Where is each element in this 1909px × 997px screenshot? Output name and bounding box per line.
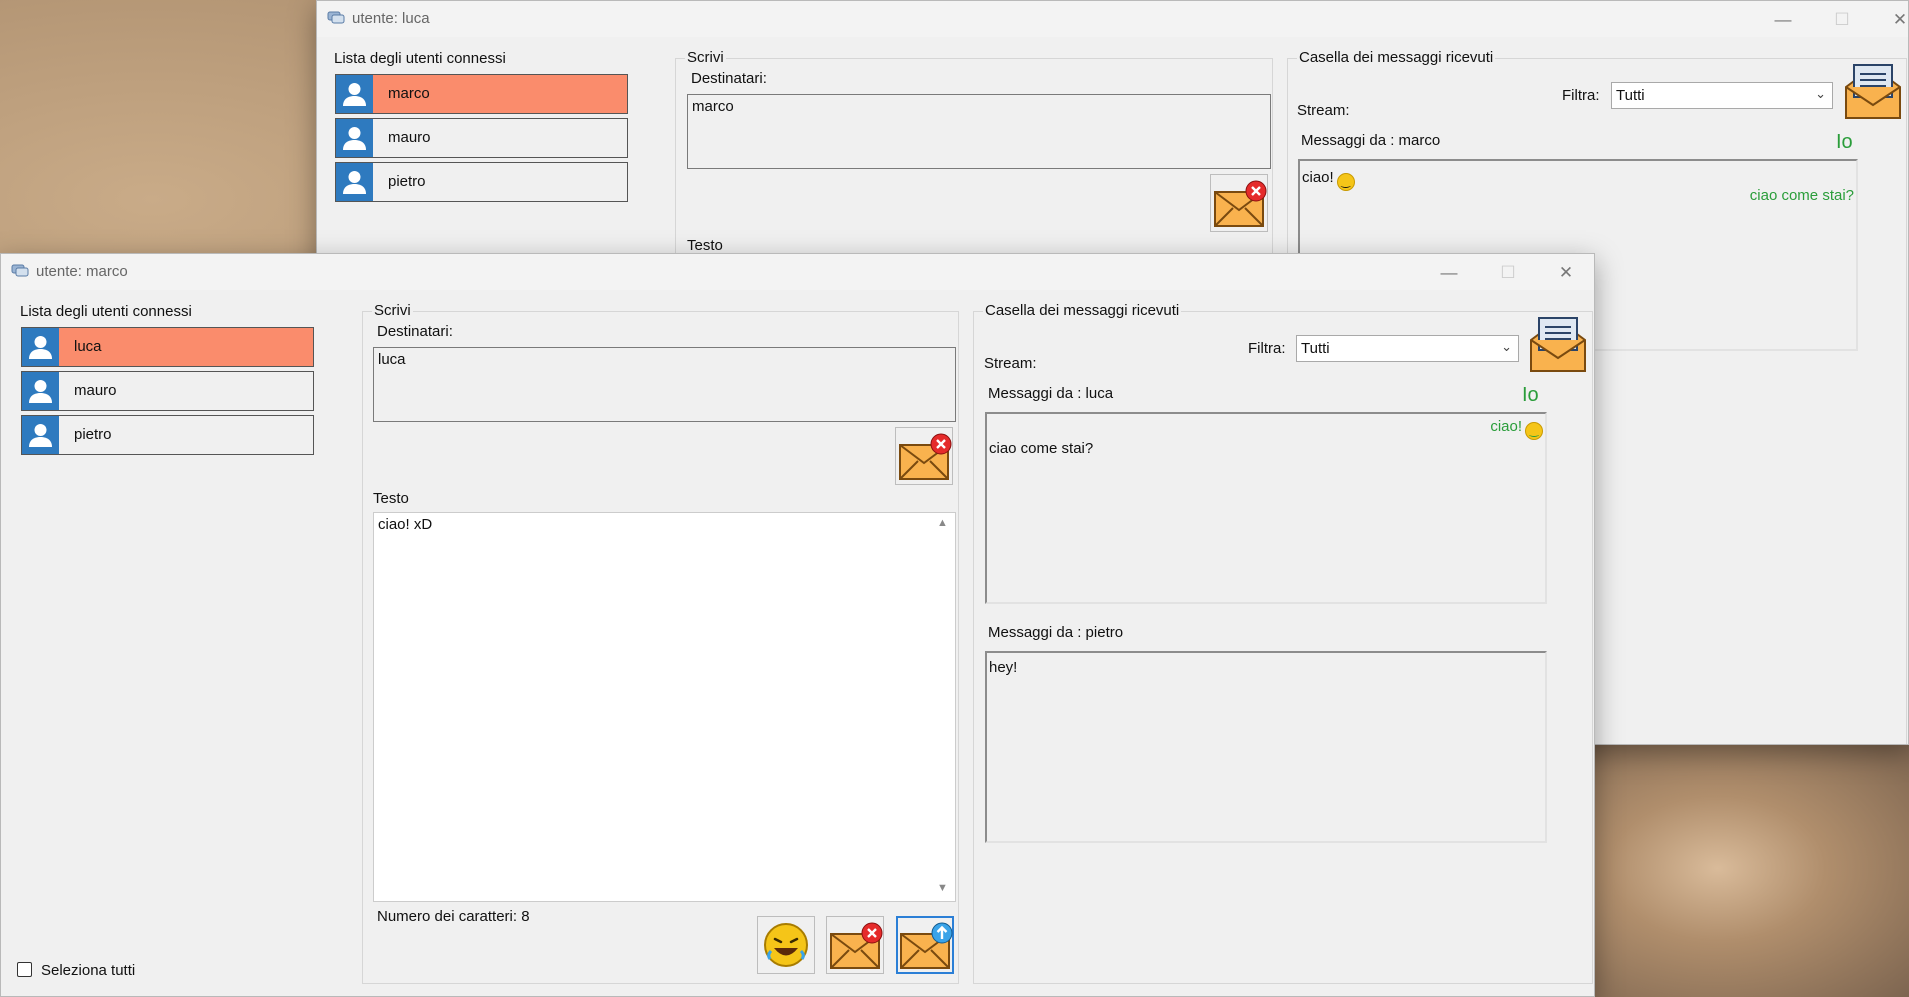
user-avatar-icon <box>22 372 59 410</box>
me-label: Io <box>1836 131 1853 153</box>
write-group-title: Scrivi <box>685 49 726 66</box>
inbox-letter-icon[interactable] <box>1843 61 1903 121</box>
user-label: mauro <box>74 382 117 399</box>
sent-message: ciao! ‿ <box>1490 418 1543 440</box>
maximize-button[interactable]: ☐ <box>1822 7 1862 33</box>
chat-app-icon <box>327 11 345 24</box>
title-bar[interactable]: utente: marco — ☐ ✕ <box>1 254 1594 290</box>
user-item-marco[interactable]: marco <box>335 74 628 114</box>
clear-envelope-icon <box>830 922 883 969</box>
text-label: Testo <box>687 237 723 254</box>
filter-label: Filtra: <box>1562 87 1600 104</box>
stream-label: Stream: <box>1297 102 1350 119</box>
inbox-letter-icon[interactable] <box>1528 314 1588 374</box>
scroll-up-arrow[interactable]: ▲ <box>937 517 948 529</box>
received-message: ciao! ‿ <box>1302 169 1355 191</box>
close-button[interactable]: ✕ <box>1546 260 1586 286</box>
user-avatar-icon <box>22 328 59 366</box>
conversation-header: Messaggi da : luca <box>988 385 1114 402</box>
user-avatar-icon <box>336 163 373 201</box>
clear-text-button[interactable] <box>826 916 884 974</box>
close-button[interactable]: ✕ <box>1880 7 1908 33</box>
filter-select[interactable]: Tutti ⌄ <box>1611 82 1833 109</box>
received-message: hey! <box>989 659 1018 676</box>
user-avatar-icon <box>336 75 373 113</box>
char-count-label: Numero dei caratteri: 8 <box>377 908 530 925</box>
emoji-button[interactable] <box>757 916 815 974</box>
stream-label: Stream: <box>984 355 1037 372</box>
user-label: mauro <box>388 129 431 146</box>
send-envelope-icon <box>900 922 953 969</box>
recipients-label: Destinatari: <box>377 323 453 340</box>
write-group-title: Scrivi <box>372 302 413 319</box>
user-item-pietro[interactable]: pietro <box>21 415 314 455</box>
clear-envelope-icon <box>899 433 952 480</box>
conversation-header: Messaggi da : pietro <box>988 624 1124 641</box>
clear-recipients-button[interactable] <box>895 427 953 485</box>
user-avatar-icon <box>22 416 59 454</box>
chevron-down-icon: ⌄ <box>1501 339 1512 354</box>
emoji-icon <box>764 923 808 967</box>
clear-recipients-button[interactable] <box>1210 174 1268 232</box>
minimize-button[interactable]: — <box>1429 260 1469 286</box>
scroll-down-arrow[interactable]: ▼ <box>937 882 948 894</box>
chat-app-icon <box>11 264 29 277</box>
window-marco: utente: marco — ☐ ✕ Lista degli utenti c… <box>0 253 1595 997</box>
user-label: pietro <box>74 426 112 443</box>
user-item-mauro[interactable]: mauro <box>335 118 628 158</box>
select-all-checkbox[interactable] <box>17 962 32 977</box>
window-title: utente: luca <box>352 10 430 27</box>
send-button[interactable] <box>896 916 954 974</box>
me-label: Io <box>1522 384 1539 406</box>
user-label: marco <box>388 85 430 102</box>
message-textarea[interactable]: ciao! xD ▲ ▼ <box>373 512 956 902</box>
maximize-button[interactable]: ☐ <box>1488 260 1528 286</box>
clear-envelope-icon <box>1214 180 1267 227</box>
conversation-header: Messaggi da : marco <box>1301 132 1441 149</box>
user-item-pietro[interactable]: pietro <box>335 162 628 202</box>
emoji-icon: ‿ <box>1525 422 1543 440</box>
title-bar[interactable]: utente: luca — ☐ ✕ <box>317 1 1908 37</box>
recipients-field[interactable]: luca <box>373 347 956 422</box>
user-item-mauro[interactable]: mauro <box>21 371 314 411</box>
filter-value: Tutti <box>1301 340 1330 357</box>
user-label: luca <box>74 338 102 355</box>
minimize-button[interactable]: — <box>1763 7 1803 33</box>
sent-message: ciao come stai? <box>1749 187 1854 204</box>
filter-select[interactable]: Tutti ⌄ <box>1296 335 1519 362</box>
text-label: Testo <box>373 490 409 507</box>
conversation-box-luca[interactable]: ciao! ‿ ciao come stai? <box>985 412 1547 604</box>
users-heading: Lista degli utenti connessi <box>334 50 506 67</box>
recipients-label: Destinatari: <box>691 70 767 87</box>
users-heading: Lista degli utenti connessi <box>20 303 192 320</box>
desktop-wallpaper <box>1590 740 1909 997</box>
select-all-label[interactable]: Seleziona tutti <box>41 962 135 979</box>
inbox-group-title: Casella dei messaggi ricevuti <box>983 302 1182 319</box>
user-label: pietro <box>388 173 426 190</box>
window-title: utente: marco <box>36 263 128 280</box>
filter-label: Filtra: <box>1248 340 1286 357</box>
received-message: ciao come stai? <box>989 440 1094 457</box>
message-text: ciao! xD <box>378 516 433 533</box>
recipients-field[interactable]: marco <box>687 94 1271 169</box>
user-item-luca[interactable]: luca <box>21 327 314 367</box>
chevron-down-icon: ⌄ <box>1815 86 1826 101</box>
conversation-box-pietro[interactable]: hey! <box>985 651 1547 843</box>
inbox-group-title: Casella dei messaggi ricevuti <box>1297 49 1496 66</box>
user-avatar-icon <box>336 119 373 157</box>
filter-value: Tutti <box>1616 87 1645 104</box>
emoji-icon: ‿ <box>1336 173 1355 191</box>
